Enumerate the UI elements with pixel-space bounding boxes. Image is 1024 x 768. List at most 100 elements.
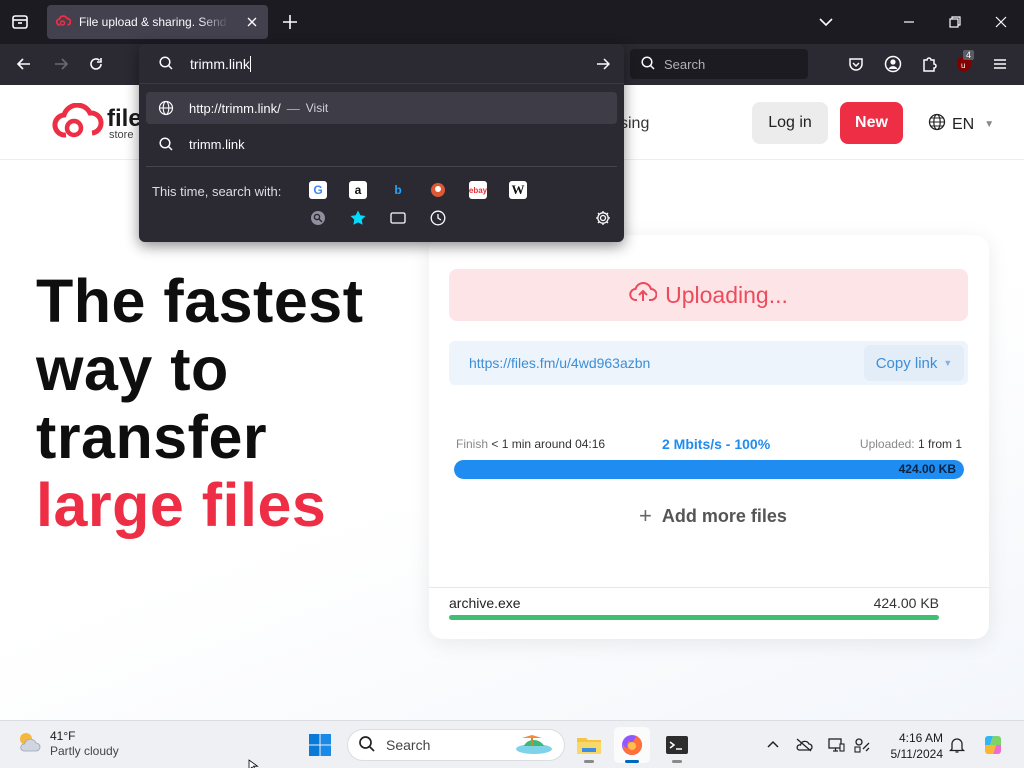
clock-time: 4:16 AM [898, 731, 943, 745]
file-size: 424.00 KB [873, 595, 939, 611]
history-icon[interactable] [429, 209, 447, 227]
add-more-files-button[interactable]: + Add more files [639, 503, 787, 529]
url-input-text: trimm.link [190, 56, 250, 72]
uploaded-count: Uploaded: 1 from 1 [860, 437, 962, 451]
language-selector[interactable]: EN ▼ [928, 113, 994, 136]
amazon-icon[interactable]: a [349, 181, 367, 199]
weather-temperature: 41°F [50, 729, 76, 743]
hero-line: transfer [36, 403, 268, 471]
language-label: EN [952, 115, 975, 133]
tab-list-icon[interactable] [8, 10, 32, 34]
suggestion-search[interactable]: trimm.link [146, 128, 617, 160]
close-window-icon[interactable] [991, 12, 1011, 32]
close-tab-icon[interactable] [244, 14, 260, 30]
search-with-label: This time, search with: [152, 184, 282, 199]
copy-link-label: Copy link [875, 354, 938, 372]
tab-title: File upload & sharing. Send large files [79, 15, 229, 29]
hero-line: The fastest [36, 267, 364, 335]
minimize-icon[interactable] [899, 12, 919, 32]
firefox-icon[interactable] [614, 727, 650, 763]
display-icon[interactable] [827, 736, 845, 754]
copilot-icon[interactable] [981, 733, 1005, 757]
upload-progress-bar: 424.00 KB [454, 460, 964, 479]
menu-icon[interactable] [990, 54, 1010, 74]
file-progress-bar [449, 615, 939, 620]
restore-icon[interactable] [945, 12, 965, 32]
file-progress-fill [449, 615, 939, 620]
hero-line-accent: large files [36, 471, 327, 539]
login-button[interactable]: Log in [752, 102, 828, 144]
taskbar-search[interactable]: Search [347, 729, 565, 761]
partly-cloudy-icon [16, 729, 42, 760]
go-arrow-icon[interactable] [594, 55, 612, 73]
running-indicator [672, 760, 682, 763]
search-highlight-icon [512, 732, 556, 759]
url-input-row[interactable]: trimm.link [139, 44, 624, 84]
suggestion-visit[interactable]: http://trimm.link/ — Visit [146, 92, 617, 124]
share-link[interactable]: https://files.fm/u/4wd963azbn [469, 355, 650, 371]
new-tab-icon[interactable] [280, 12, 300, 32]
pocket-icon[interactable] [846, 54, 866, 74]
search-icon [158, 55, 174, 76]
browser-tab[interactable]: File upload & sharing. Send large files [47, 5, 268, 39]
files-fm-favicon [55, 14, 72, 30]
tabs-icon[interactable] [389, 209, 407, 227]
cloud-upload-icon [629, 281, 658, 309]
upload-progress-fill [454, 460, 964, 479]
suggestion-action: Visit [305, 101, 329, 115]
system-clock[interactable]: 4:16 AM 5/11/2024 [887, 730, 944, 762]
notification-bell-icon[interactable] [948, 736, 966, 754]
ebay-icon[interactable]: ebay [469, 181, 487, 199]
finish-estimate: Finish < 1 min around 04:16 [456, 437, 605, 451]
caret-down-icon: ▼ [984, 119, 995, 130]
ublock-badge: 4 [963, 50, 975, 60]
suggestion-text: trimm.link [189, 136, 245, 152]
active-indicator [625, 760, 639, 763]
upload-card: Uploading... https://files.fm/u/4wd963az… [429, 235, 989, 639]
tab-bar: File upload & sharing. Send large files [0, 0, 1024, 44]
gear-icon[interactable] [594, 209, 612, 227]
upload-status-banner: Uploading... [449, 269, 968, 321]
ublock-icon[interactable]: u 4 [954, 50, 975, 74]
forward-icon[interactable] [51, 54, 71, 74]
files-fm-logo-icon[interactable] [52, 102, 104, 146]
search-icon [640, 55, 656, 74]
onedrive-offline-icon[interactable] [795, 736, 813, 754]
finish-label: Finish [456, 437, 489, 451]
upload-progress-size: 424.00 KB [898, 462, 956, 476]
hero-heading: The fastest way to transfer large files [36, 267, 364, 539]
bookmarks-icon[interactable] [349, 209, 367, 227]
browser-search-box[interactable]: Search [630, 49, 808, 79]
chevron-down-icon[interactable] [817, 13, 835, 31]
google-icon[interactable]: G [309, 181, 327, 199]
new-button[interactable]: New [840, 102, 903, 144]
url-input[interactable]: trimm.link [190, 56, 251, 72]
copy-link-button[interactable]: Copy link ▼ [864, 345, 964, 381]
terminal-icon[interactable] [659, 727, 695, 763]
network-settings-icon[interactable] [853, 736, 871, 754]
nav-link-partial[interactable]: sing [620, 115, 649, 133]
plus-icon: + [639, 503, 652, 528]
urlbar-dropdown: trimm.link http://trimm.link/ — Visit tr… [139, 44, 624, 242]
account-icon[interactable] [883, 54, 903, 74]
share-link-row: https://files.fm/u/4wd963azbn Copy link … [449, 341, 968, 385]
suggestion-separator: — [286, 100, 300, 116]
search-engine-icon[interactable] [309, 209, 327, 227]
browser-search-placeholder: Search [664, 56, 706, 72]
wikipedia-icon[interactable]: W [509, 181, 527, 199]
windows-start-icon[interactable] [308, 733, 332, 757]
globe-icon [928, 113, 946, 136]
mouse-cursor-icon [248, 758, 260, 768]
search-icon [358, 735, 376, 756]
chevron-up-icon[interactable] [764, 736, 782, 754]
divider [429, 587, 989, 588]
duckduckgo-icon[interactable] [429, 181, 447, 199]
extensions-icon[interactable] [919, 54, 939, 74]
back-icon[interactable] [14, 54, 34, 74]
logo-subtext: store [109, 129, 134, 141]
reload-icon[interactable] [86, 54, 106, 74]
weather-widget[interactable]: 41°F Partly cloudy [16, 729, 119, 760]
bing-icon[interactable]: b [389, 181, 407, 199]
weather-condition: Partly cloudy [50, 744, 119, 758]
file-explorer-icon[interactable] [571, 727, 607, 763]
